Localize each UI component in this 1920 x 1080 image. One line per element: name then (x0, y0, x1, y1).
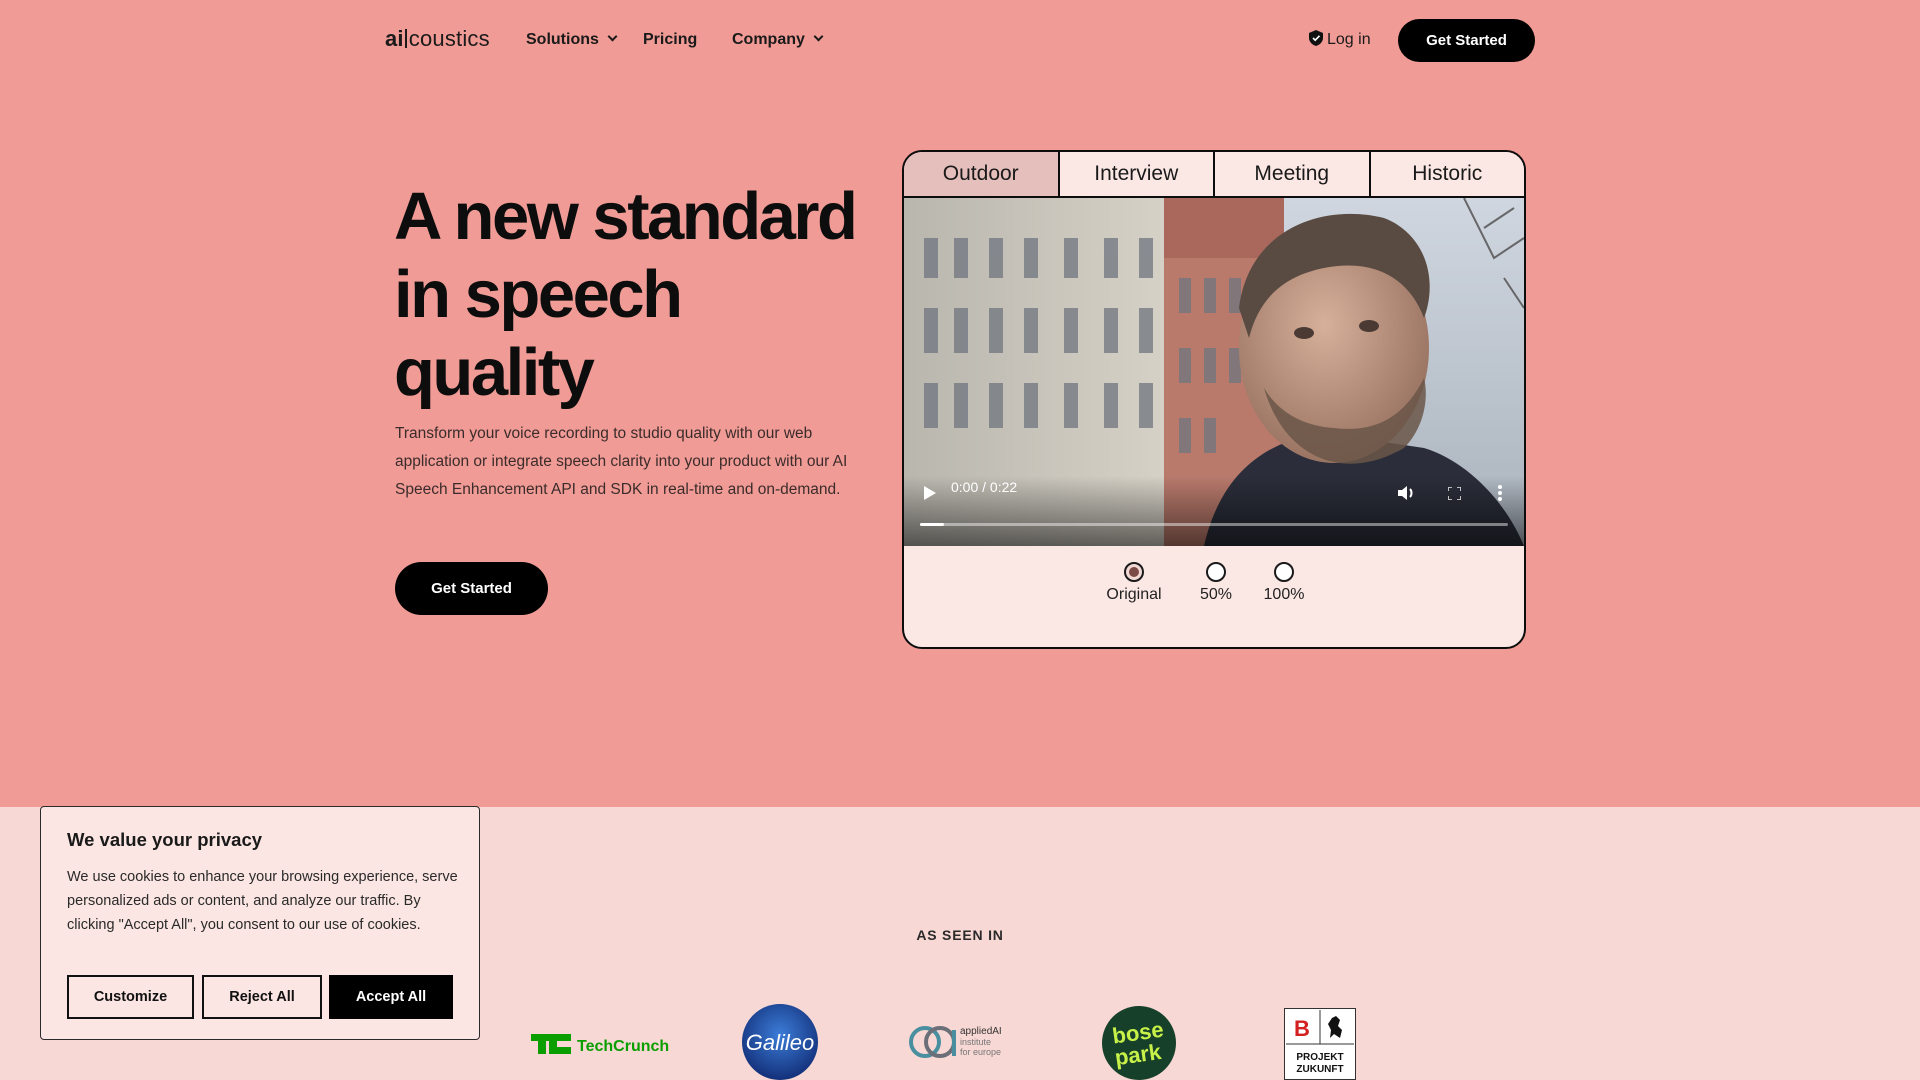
galileo-logo-image: Galileo (742, 1004, 818, 1080)
radio-selected-icon (1124, 562, 1144, 582)
tab-label: Historic (1412, 162, 1483, 185)
svg-text:Galileo: Galileo (746, 1030, 814, 1055)
svg-text:for europe: for europe (960, 1047, 1001, 1057)
svg-text:ZUKUNFT: ZUKUNFT (1296, 1064, 1343, 1075)
logo-ai-text: ai (385, 26, 404, 51)
radio-icon (1274, 562, 1294, 582)
login-link[interactable]: Log in (1309, 30, 1371, 49)
play-icon[interactable] (924, 486, 936, 500)
appliedai-logo-image: appliedAI institute for europe (909, 1026, 1002, 1058)
video-player[interactable]: 0:00 / 0:22 (904, 198, 1524, 546)
option-original[interactable]: Original (1104, 562, 1164, 604)
svg-text:PROJEKT: PROJEKT (1296, 1052, 1343, 1063)
option-label: 100% (1263, 586, 1305, 603)
fullscreen-icon[interactable] (1448, 487, 1461, 500)
svg-text:institute: institute (960, 1037, 991, 1047)
video-time: 0:00 / 0:22 (951, 479, 1018, 495)
demo-card: Outdoor Interview Meeting Historic 0:00 … (902, 150, 1526, 649)
techcrunch-logo[interactable]: TechCrunch (531, 1032, 671, 1061)
radio-icon (1206, 562, 1226, 582)
galileo-logo[interactable]: Galileo (740, 1004, 820, 1080)
appliedai-logo[interactable]: appliedAI institute for europe (908, 1020, 1013, 1069)
tab-interview[interactable]: Interview (1059, 152, 1215, 196)
chevron-down-icon (607, 31, 618, 42)
tab-historic[interactable]: Historic (1370, 152, 1524, 196)
bosepark-logo[interactable]: bose park (1100, 1006, 1178, 1080)
cookie-title: We value your privacy (67, 829, 263, 850)
tab-outdoor[interactable]: Outdoor (904, 152, 1060, 196)
nav-company[interactable]: Company (732, 31, 824, 49)
option-50[interactable]: 50% (1191, 562, 1241, 604)
login-label: Log in (1327, 31, 1371, 48)
chevron-down-icon (813, 31, 824, 42)
techcrunch-logo-image: TechCrunch (531, 1034, 669, 1055)
accept-all-button[interactable]: Accept All (329, 975, 453, 1019)
tab-label: Outdoor (942, 162, 1019, 185)
video-progress-bar[interactable] (920, 523, 1508, 526)
hero-title: A new standard in speech quality (394, 179, 858, 410)
bosepark-logo-image: bose park (1102, 1006, 1176, 1080)
demo-tabs: Outdoor Interview Meeting Historic (904, 152, 1524, 198)
svg-text:appliedAI: appliedAI (960, 1026, 1002, 1037)
nav-pricing[interactable]: Pricing (643, 31, 697, 49)
svg-text:TechCrunch: TechCrunch (577, 1038, 669, 1055)
option-label: Original (1106, 586, 1162, 603)
hero-subtitle: Transform your voice recording to studio… (395, 425, 848, 498)
hero-cta-label: Get Started (431, 580, 512, 597)
nav-pricing-label: Pricing (643, 31, 698, 48)
top-nav: ai coustics Solutions Pricing Company Log… (0, 0, 1920, 80)
nav-solutions[interactable]: Solutions (526, 31, 618, 49)
nav-cta-label: Get Started (1426, 32, 1507, 49)
brand-logo[interactable]: ai coustics (385, 26, 490, 52)
reject-label: Reject All (229, 989, 295, 1005)
nav-solutions-label: Solutions (526, 31, 599, 48)
logo-rest-text: coustics (408, 26, 490, 51)
projekt-zukunft-logo[interactable]: B PROJEKT ZUKUNFT (1284, 1008, 1356, 1080)
nav-get-started-button[interactable]: Get Started (1398, 19, 1535, 62)
svg-text:B: B (1294, 1016, 1310, 1041)
tab-label: Meeting (1254, 162, 1330, 185)
enhancement-level-options: Original 50% 100% (904, 562, 1524, 622)
nav-company-label: Company (732, 31, 805, 48)
shield-icon (1309, 30, 1323, 46)
projekt-zukunft-logo-image: B PROJEKT ZUKUNFT (1284, 1008, 1356, 1080)
video-progress-fill (920, 523, 944, 526)
customize-button[interactable]: Customize (67, 975, 194, 1019)
more-options-icon[interactable] (1498, 485, 1502, 501)
tab-label: Interview (1094, 162, 1179, 185)
option-100[interactable]: 100% (1256, 562, 1312, 604)
accept-label: Accept All (355, 989, 427, 1005)
cookie-consent-banner: We value your privacy We use cookies to … (40, 806, 480, 1040)
tab-meeting[interactable]: Meeting (1215, 152, 1371, 196)
volume-icon[interactable] (1398, 485, 1416, 501)
hero-get-started-button[interactable]: Get Started (395, 562, 548, 615)
reject-all-button[interactable]: Reject All (202, 975, 322, 1019)
option-label: 50% (1199, 586, 1233, 603)
customize-label: Customize (93, 989, 168, 1005)
cookie-body: We use cookies to enhance your browsing … (67, 869, 458, 933)
